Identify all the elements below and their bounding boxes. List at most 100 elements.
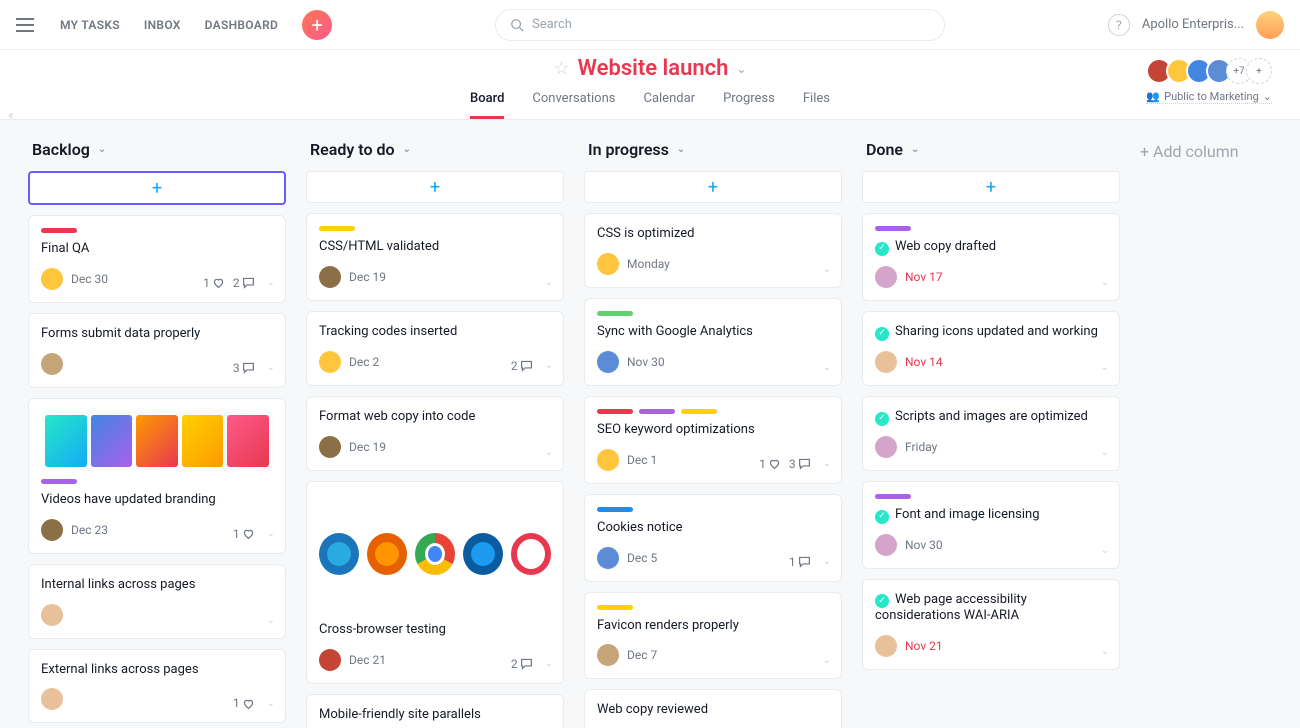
task-card[interactable]: CSS/HTML validated Dec 19 ⌄: [306, 213, 564, 301]
comments-count[interactable]: 3: [789, 457, 811, 471]
task-card[interactable]: CSS is optimized Monday ⌄: [584, 213, 842, 288]
assignee-avatar[interactable]: [41, 268, 63, 290]
assignee-avatar[interactable]: [597, 547, 619, 569]
task-card[interactable]: Cookies notice Dec 5 1⌄: [584, 494, 842, 582]
card-menu-icon[interactable]: ⌄: [823, 556, 831, 567]
assignee-avatar[interactable]: [875, 534, 897, 556]
assignee-avatar[interactable]: [41, 688, 63, 710]
comments-count[interactable]: 2: [233, 276, 255, 290]
task-card[interactable]: Favicon renders properly Dec 7 ⌄: [584, 592, 842, 680]
assignee-avatar[interactable]: [319, 351, 341, 373]
chevron-down-icon: ⌄: [403, 144, 411, 155]
column-header[interactable]: Backlog⌄: [28, 140, 286, 159]
assignee-avatar[interactable]: [41, 604, 63, 626]
task-card[interactable]: Tracking codes inserted Dec 2 2⌄: [306, 311, 564, 386]
task-card[interactable]: ✓Sharing icons updated and working Nov 1…: [862, 311, 1120, 386]
assignee-avatar[interactable]: [597, 644, 619, 666]
tab-board[interactable]: Board: [470, 91, 504, 119]
add-card-button[interactable]: +: [862, 171, 1120, 203]
card-menu-icon[interactable]: ⌄: [267, 277, 275, 288]
favorite-star-icon[interactable]: ☆: [554, 58, 570, 79]
task-card[interactable]: Internal links across pages ⌄: [28, 564, 286, 639]
card-menu-icon[interactable]: ⌄: [1101, 545, 1109, 556]
task-card[interactable]: Mobile-friendly site parallels Dec 22 ⌄: [306, 694, 564, 728]
comments-count[interactable]: 2: [511, 359, 533, 373]
task-card[interactable]: Sync with Google Analytics Nov 30 ⌄: [584, 298, 842, 386]
task-card[interactable]: Cross-browser testing Dec 21 2⌄: [306, 481, 564, 684]
assignee-avatar[interactable]: [41, 353, 63, 375]
project-visibility[interactable]: 👥 Public to Marketing ⌄: [1146, 90, 1272, 104]
card-menu-icon[interactable]: ⌄: [1101, 362, 1109, 373]
card-menu-icon[interactable]: ⌄: [267, 698, 275, 709]
likes-count[interactable]: 1: [233, 527, 255, 541]
search-input[interactable]: Search: [495, 9, 945, 41]
project-dropdown-icon[interactable]: ⌄: [736, 62, 746, 76]
nav-my-tasks[interactable]: MY TASKS: [60, 18, 120, 32]
card-menu-icon[interactable]: ⌄: [545, 277, 553, 288]
project-title[interactable]: Website launch: [578, 56, 729, 81]
assignee-avatar[interactable]: [597, 449, 619, 471]
task-card[interactable]: ✓Web copy drafted Nov 17 ⌄: [862, 213, 1120, 301]
card-menu-icon[interactable]: ⌄: [267, 362, 275, 373]
card-menu-icon[interactable]: ⌄: [267, 615, 275, 626]
task-card[interactable]: Web copy reviewed Dec 9 ⌄: [584, 689, 842, 728]
help-icon[interactable]: ?: [1108, 14, 1130, 36]
add-card-button[interactable]: +: [306, 171, 564, 203]
assignee-avatar[interactable]: [319, 266, 341, 288]
assignee-avatar[interactable]: [319, 436, 341, 458]
assignee-avatar[interactable]: [41, 519, 63, 541]
comments-count[interactable]: 1: [789, 555, 811, 569]
card-menu-icon[interactable]: ⌄: [823, 655, 831, 666]
card-menu-icon[interactable]: ⌄: [823, 264, 831, 275]
card-menu-icon[interactable]: ⌄: [823, 458, 831, 469]
card-menu-icon[interactable]: ⌄: [823, 362, 831, 373]
card-menu-icon[interactable]: ⌄: [1101, 646, 1109, 657]
card-menu-icon[interactable]: ⌄: [545, 658, 553, 669]
add-column-button[interactable]: + Add column: [1140, 140, 1239, 161]
tab-progress[interactable]: Progress: [723, 91, 775, 119]
task-card[interactable]: SEO keyword optimizations Dec 1 13⌄: [584, 396, 842, 484]
collapse-sidebar-icon[interactable]: «: [8, 108, 14, 122]
add-card-button[interactable]: +: [28, 171, 286, 205]
likes-count[interactable]: 1: [203, 276, 225, 290]
likes-count[interactable]: 1: [233, 696, 255, 710]
tab-calendar[interactable]: Calendar: [643, 91, 695, 119]
workspace-name[interactable]: Apollo Enterpris...: [1142, 17, 1244, 32]
user-avatar[interactable]: [1256, 11, 1284, 39]
card-menu-icon[interactable]: ⌄: [545, 447, 553, 458]
task-card[interactable]: ✓Web page accessibility considerations W…: [862, 579, 1120, 671]
add-member-button[interactable]: +: [1246, 58, 1272, 84]
card-menu-icon[interactable]: ⌄: [545, 360, 553, 371]
quick-add-button[interactable]: +: [302, 10, 332, 40]
assignee-avatar[interactable]: [319, 649, 341, 671]
add-card-button[interactable]: +: [584, 171, 842, 203]
assignee-avatar[interactable]: [875, 351, 897, 373]
assignee-avatar[interactable]: [875, 436, 897, 458]
card-menu-icon[interactable]: ⌄: [1101, 447, 1109, 458]
tab-files[interactable]: Files: [803, 91, 830, 119]
project-members[interactable]: +7 +: [1152, 58, 1272, 84]
task-card[interactable]: External links across pages 1⌄: [28, 649, 286, 724]
card-menu-icon[interactable]: ⌄: [1101, 277, 1109, 288]
comments-count[interactable]: 3: [233, 361, 255, 375]
tab-conversations[interactable]: Conversations: [532, 91, 615, 119]
card-menu-icon[interactable]: ⌄: [267, 528, 275, 539]
assignee-avatar[interactable]: [875, 266, 897, 288]
task-card[interactable]: ✓Scripts and images are optimized Friday…: [862, 396, 1120, 471]
task-card[interactable]: Format web copy into code Dec 19 ⌄: [306, 396, 564, 471]
column-header[interactable]: Ready to do⌄: [306, 140, 564, 159]
nav-dashboard[interactable]: DASHBOARD: [205, 18, 278, 32]
assignee-avatar[interactable]: [875, 635, 897, 657]
assignee-avatar[interactable]: [597, 253, 619, 275]
nav-inbox[interactable]: INBOX: [144, 18, 181, 32]
comments-count[interactable]: 2: [511, 657, 533, 671]
task-card[interactable]: Final QA Dec 30 12⌄: [28, 215, 286, 303]
task-card[interactable]: ✓Font and image licensing Nov 30 ⌄: [862, 481, 1120, 569]
task-card[interactable]: Forms submit data properly 3⌄: [28, 313, 286, 388]
task-card[interactable]: Videos have updated branding Dec 23 1⌄: [28, 398, 286, 554]
column-header[interactable]: In progress⌄: [584, 140, 842, 159]
column-header[interactable]: Done⌄: [862, 140, 1120, 159]
assignee-avatar[interactable]: [597, 351, 619, 373]
likes-count[interactable]: 1: [759, 457, 781, 471]
hamburger-menu-icon[interactable]: [16, 13, 40, 37]
